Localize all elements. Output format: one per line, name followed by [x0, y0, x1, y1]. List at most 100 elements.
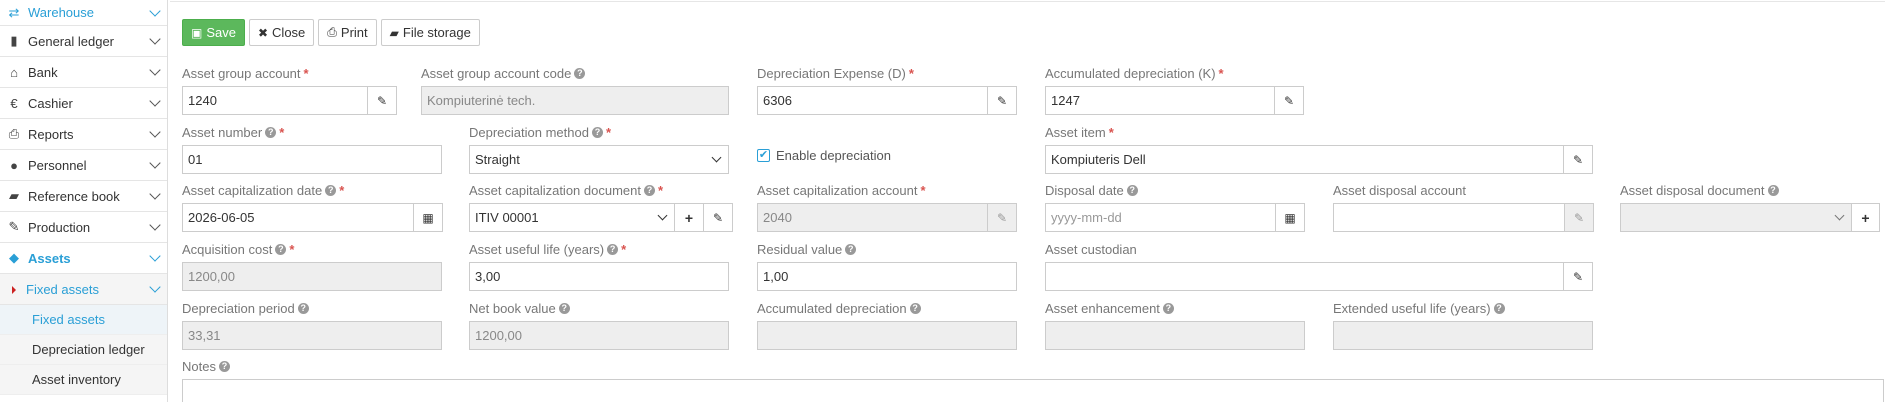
sidebar-item-reports[interactable]: ⎙ Reports	[0, 119, 167, 150]
calendar-button[interactable]: ▦	[1276, 203, 1305, 232]
edit-button[interactable]: ✎	[368, 86, 397, 115]
help-icon[interactable]: ?	[325, 184, 337, 196]
help-icon[interactable]: ?	[643, 184, 655, 196]
edit-button[interactable]: ✎	[1275, 86, 1304, 115]
checkmark-icon[interactable]: ✔	[757, 149, 770, 162]
chevron-down-icon	[149, 157, 161, 169]
sidebar-item-production[interactable]: ✎ Production	[0, 212, 167, 243]
help-icon[interactable]: ?	[607, 243, 619, 255]
sidebar-item-fixed-assets[interactable]: Fixed assets	[0, 305, 167, 335]
notes-input[interactable]	[182, 379, 1884, 402]
disposal-date-input[interactable]	[1045, 203, 1276, 232]
help-icon[interactable]: ?	[265, 126, 277, 138]
add-button[interactable]: +	[1852, 203, 1880, 232]
help-icon[interactable]: ?	[909, 302, 921, 314]
sidebar-item-label: Depreciation ledger	[32, 342, 145, 357]
edit-button[interactable]: ✎	[1564, 145, 1593, 174]
calendar-icon: ▦	[422, 210, 434, 225]
chevron-down-icon	[149, 4, 161, 17]
help-icon[interactable]: ?	[297, 302, 309, 314]
extended-useful-life-field: Extended useful life (years)?	[1333, 300, 1593, 350]
edit-button[interactable]: ✎	[1564, 262, 1593, 291]
sidebar-item-personnel[interactable]: ● Personnel	[0, 150, 167, 181]
floppy-disk-icon: ▣	[191, 25, 203, 40]
disposal-date-field: Disposal date? ▦	[1045, 182, 1305, 232]
pencil-icon: ✎	[1572, 269, 1584, 284]
required-marker: *	[339, 182, 345, 198]
print-button[interactable]: ⎙ Print	[318, 19, 377, 46]
help-icon[interactable]: ?	[275, 243, 287, 255]
help-icon[interactable]: ?	[1126, 184, 1138, 196]
asset-group-account-code-field: Asset group account code?	[421, 65, 729, 115]
euro-icon: €	[10, 95, 18, 111]
sidebar-item-label: Personnel	[28, 157, 87, 173]
sidebar-item-fixed-assets-group[interactable]: Fixed assets	[0, 274, 167, 305]
useful-life-field: Asset useful life (years)? *	[469, 241, 729, 291]
calendar-button[interactable]: ▦	[414, 203, 443, 232]
required-marker: *	[1218, 65, 1224, 81]
sidebar-item-bank[interactable]: ⌂ Bank	[0, 57, 167, 88]
required-marker: *	[289, 241, 295, 257]
close-icon: ✖	[257, 25, 269, 40]
accumulated-depreciation-k-input[interactable]	[1045, 86, 1275, 115]
asset-number-input[interactable]	[182, 145, 442, 174]
disposal-document-select	[1620, 203, 1852, 232]
depreciation-expense-field: Depreciation Expense (D)* ✎	[757, 65, 1017, 115]
printer-icon: ⎙	[8, 126, 20, 141]
edit-button[interactable]: ✎	[704, 203, 733, 232]
sidebar-item-label: Cashier	[28, 95, 73, 111]
depreciation-method-select[interactable]: Straight	[469, 145, 729, 174]
asset-item-input[interactable]	[1045, 145, 1564, 174]
asset-group-account-input[interactable]	[182, 86, 368, 115]
accumulated-depreciation-field: Accumulated depreciation?	[757, 300, 1017, 350]
edit-button: ✎	[988, 203, 1017, 232]
acquisition-cost-field: Acquisition cost? *	[182, 241, 442, 291]
sidebar-item-depreciation-ledger[interactable]: Depreciation ledger	[0, 335, 167, 365]
add-button[interactable]: +	[675, 203, 704, 232]
arrows-swap-icon: ⇄	[8, 4, 20, 20]
sidebar-item-assets[interactable]: ◆ Assets	[0, 243, 167, 274]
toolbar: ▣ Save ✖ Close ⎙ Print ▰ File storage	[182, 19, 480, 46]
file-storage-button[interactable]: ▰ File storage	[380, 19, 480, 46]
capitalization-document-select[interactable]: ITIV 00001	[469, 203, 675, 232]
field-label: Asset disposal document	[1620, 182, 1765, 198]
disposal-account-input[interactable]	[1333, 203, 1565, 232]
help-icon[interactable]: ?	[218, 360, 230, 372]
sidebar-item-label: Fixed assets	[26, 281, 99, 297]
extended-useful-life-input	[1333, 321, 1593, 350]
chevron-down-icon	[149, 33, 161, 45]
asset-number-field: Asset number? *	[182, 124, 442, 174]
close-button[interactable]: ✖ Close	[248, 19, 315, 46]
help-icon[interactable]: ?	[845, 243, 857, 255]
useful-life-input[interactable]	[469, 262, 729, 291]
sidebar: ⇄ Warehouse ▮ General ledger ⌂ Bank € Ca…	[0, 0, 168, 402]
help-icon[interactable]: ?	[1493, 302, 1505, 314]
sidebar-item-asset-inventory[interactable]: Asset inventory	[0, 365, 167, 395]
help-icon[interactable]: ?	[558, 302, 570, 314]
field-label: Asset number	[182, 124, 263, 140]
help-icon[interactable]: ?	[1162, 302, 1174, 314]
field-label: Asset capitalization document	[469, 182, 641, 198]
field-label: Accumulated depreciation	[757, 300, 907, 316]
acquisition-cost-input	[182, 262, 442, 291]
sidebar-item-warehouse[interactable]: ⇄ Warehouse	[0, 0, 167, 26]
edit-button[interactable]: ✎	[988, 86, 1017, 115]
sidebar-item-label: Reference book	[28, 188, 120, 204]
enable-depreciation-checkbox[interactable]: ✔ Enable depreciation	[757, 148, 891, 163]
sidebar-item-general-ledger[interactable]: ▮ General ledger	[0, 26, 167, 57]
depreciation-expense-input[interactable]	[757, 86, 988, 115]
help-icon[interactable]: ?	[591, 126, 603, 138]
help-icon[interactable]: ?	[1767, 184, 1779, 196]
save-button[interactable]: ▣ Save	[182, 19, 245, 46]
depreciation-period-input	[182, 321, 442, 350]
asset-custodian-input[interactable]	[1045, 262, 1564, 291]
pencil-icon: ✎	[996, 210, 1008, 225]
capitalization-date-input[interactable]	[182, 203, 414, 232]
residual-value-input[interactable]	[757, 262, 1017, 291]
sidebar-item-reference-book[interactable]: ▰ Reference book	[0, 181, 167, 212]
chevron-down-icon	[711, 152, 722, 163]
field-label: Depreciation method	[469, 124, 589, 140]
help-icon[interactable]: ?	[574, 67, 586, 79]
sidebar-item-cashier[interactable]: € Cashier	[0, 88, 167, 119]
depreciation-period-field: Depreciation period?	[182, 300, 442, 350]
